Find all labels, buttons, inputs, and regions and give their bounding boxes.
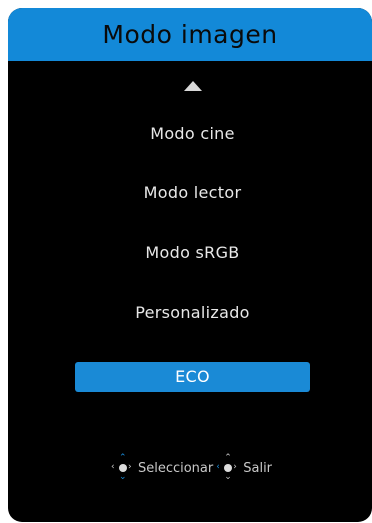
joystick-select-icon: ⌃ ‹ › ⌄ xyxy=(110,453,132,482)
menu-item-eco[interactable]: ECO xyxy=(75,362,310,392)
menu-item-modo-lector[interactable]: Modo lector xyxy=(75,178,310,208)
joystick-exit-icon: ⌃ ‹ › ⌄ xyxy=(216,453,237,482)
menu-item-modo-srgb[interactable]: Modo sRGB xyxy=(75,238,310,268)
scroll-up-icon[interactable] xyxy=(184,81,202,91)
osd-header: Modo imagen xyxy=(8,8,372,61)
exit-hint-label: Salir xyxy=(243,460,273,476)
osd-menu-panel: Modo imagen Modo cine Modo lector Modo s… xyxy=(8,8,372,522)
select-hint-label: Seleccionar xyxy=(137,460,214,476)
menu-item-modo-cine[interactable]: Modo cine xyxy=(75,119,310,149)
hint-bar: ⌃ ‹ › ⌄ Seleccionar ⌃ ‹ › ⌄ Salir xyxy=(8,453,372,482)
menu-item-personalizado[interactable]: Personalizado xyxy=(75,298,310,328)
page-title: Modo imagen xyxy=(102,20,278,49)
